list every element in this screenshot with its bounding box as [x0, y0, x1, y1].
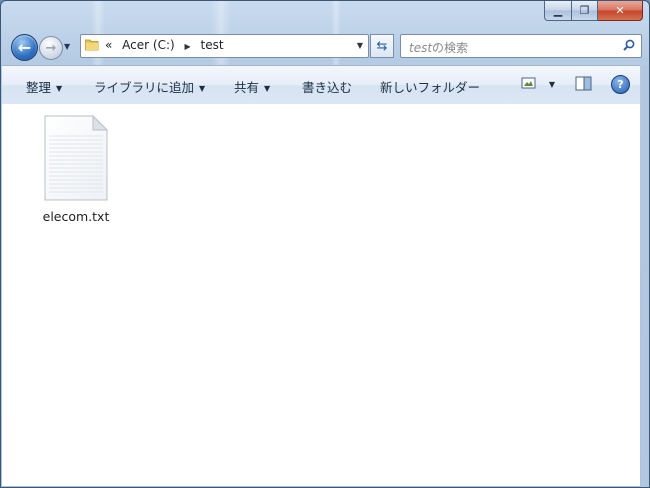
file-name-label: elecom.txt	[42, 209, 110, 224]
chevron-down-icon: ▼	[56, 84, 63, 93]
caption-buttons: ▁ ❐ ✕	[544, 1, 643, 21]
burn-button[interactable]: 書き込む	[302, 77, 352, 96]
command-bar: 整理 ▼ ライブラリに追加 ▼ 共有 ▼ 書き込む 新しいフォルダー ▼ ?	[2, 65, 640, 105]
address-bar[interactable]: « Acer (C:) ▶ test ▼	[80, 34, 369, 58]
address-dropdown-icon[interactable]: ▼	[357, 41, 363, 50]
close-button[interactable]: ✕	[598, 1, 643, 21]
refresh-button[interactable]: ⇆	[370, 34, 394, 58]
search-placeholder-suffix: の検索	[432, 41, 469, 55]
breadcrumb-item-test[interactable]: test	[201, 38, 224, 52]
search-placeholder-term: test	[409, 41, 433, 55]
recent-pages-dropdown-icon[interactable]: ▼	[64, 42, 70, 51]
forward-arrow-icon: →	[45, 40, 57, 56]
preview-pane-icon	[575, 76, 592, 91]
chevron-down-icon: ▼	[264, 84, 271, 93]
chevron-down-icon: ▼	[199, 84, 206, 93]
search-placeholder: testの検索	[409, 39, 468, 56]
back-button[interactable]: ←	[11, 34, 38, 61]
breadcrumb: « Acer (C:) ▶ test	[105, 38, 230, 52]
change-view-button[interactable]: ▼	[521, 76, 555, 93]
forward-button[interactable]: →	[39, 36, 63, 60]
file-item[interactable]: elecom.txt	[36, 114, 116, 224]
include-library-menu[interactable]: ライブラリに追加 ▼	[94, 77, 205, 96]
search-icon[interactable]	[623, 39, 635, 51]
window-frame-edge	[641, 65, 649, 487]
folder-icon	[85, 39, 99, 51]
text-file-icon	[44, 114, 109, 201]
share-menu[interactable]: 共有 ▼	[234, 77, 270, 96]
preview-pane-button[interactable]	[575, 76, 592, 94]
breadcrumb-overflow[interactable]: «	[105, 38, 112, 52]
share-label: 共有	[234, 80, 260, 95]
breadcrumb-item-drive[interactable]: Acer (C:)	[122, 38, 175, 52]
new-folder-label: 新しいフォルダー	[380, 80, 481, 95]
chevron-down-icon[interactable]: ▼	[549, 80, 555, 89]
back-arrow-icon: ←	[17, 38, 32, 57]
navigation-bar: ← → ▼ « Acer (C:) ▶ test ▼ ⇆ testの検索	[1, 29, 649, 63]
search-box[interactable]: testの検索	[400, 34, 642, 58]
minimize-button[interactable]: ▁	[544, 1, 572, 21]
organize-label: 整理	[26, 80, 52, 95]
breadcrumb-separator-icon[interactable]: ▶	[185, 42, 191, 51]
explorer-window: ▁ ❐ ✕ ← → ▼ « Acer (C:) ▶ test ▼ ⇆ testの…	[0, 0, 650, 488]
file-list-pane[interactable]: elecom.txt	[2, 104, 640, 486]
organize-menu[interactable]: 整理 ▼	[26, 77, 62, 96]
help-icon: ?	[617, 78, 624, 91]
view-icon	[521, 77, 536, 89]
new-folder-button[interactable]: 新しいフォルダー	[380, 77, 480, 96]
refresh-icon: ⇆	[376, 38, 388, 54]
include-library-label: ライブラリに追加	[94, 80, 195, 95]
burn-label: 書き込む	[302, 80, 353, 95]
help-button[interactable]: ?	[611, 75, 630, 94]
maximize-button[interactable]: ❐	[572, 1, 598, 21]
